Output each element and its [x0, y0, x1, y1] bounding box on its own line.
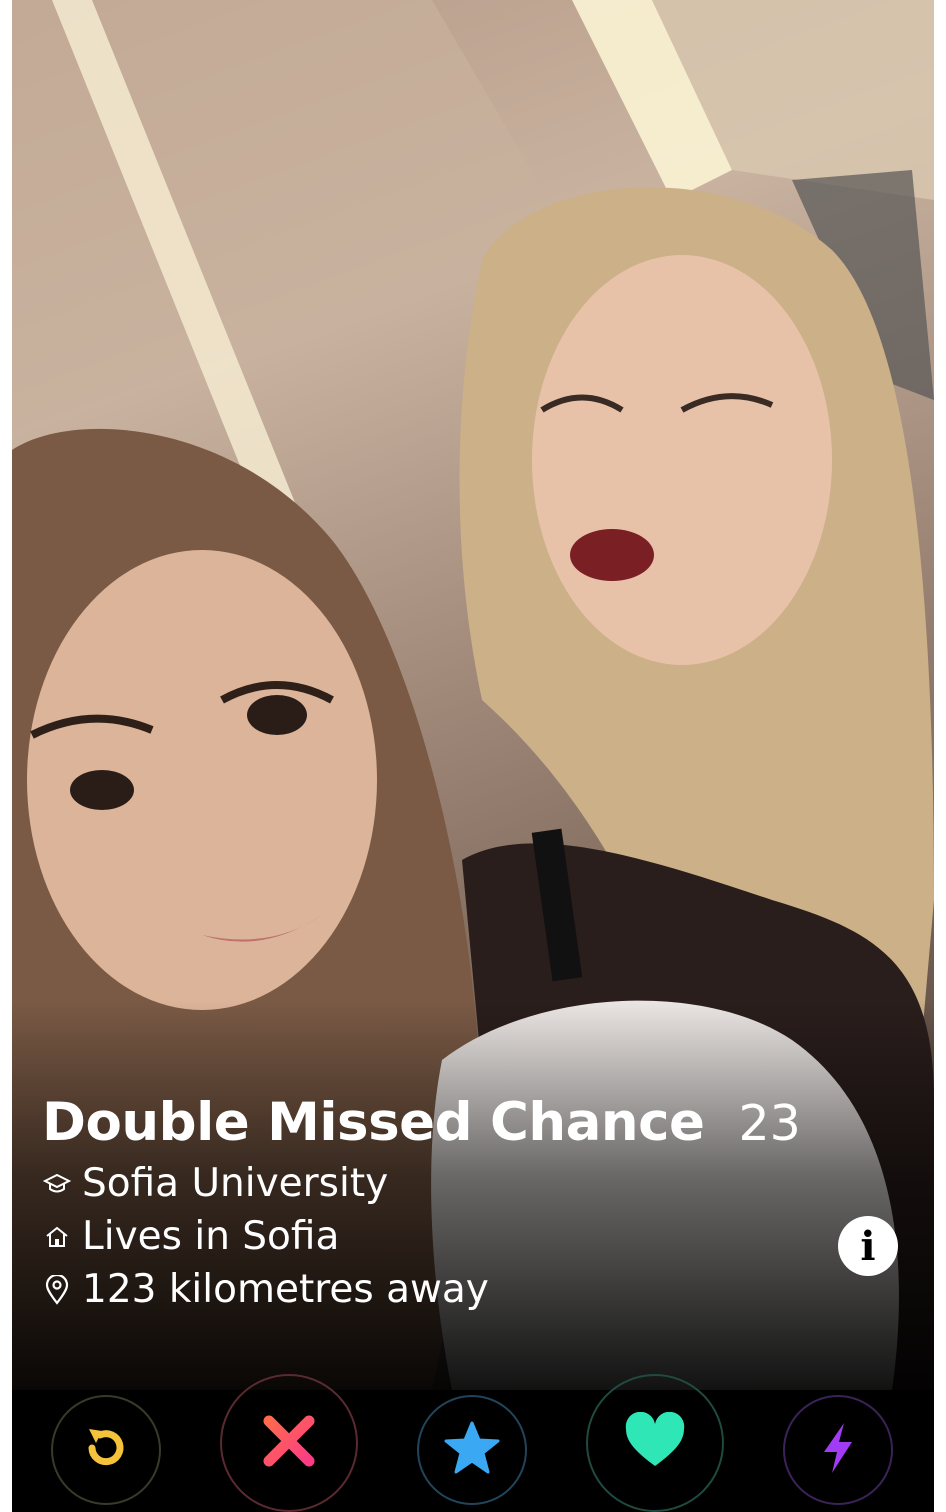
info-icon: i: [860, 1222, 876, 1270]
info-button[interactable]: i: [838, 1216, 898, 1276]
lives-row: Lives in Sofia: [42, 1214, 902, 1259]
boost-button[interactable]: [783, 1395, 893, 1505]
like-button[interactable]: [586, 1374, 724, 1512]
rewind-button[interactable]: [51, 1395, 161, 1505]
profile-info: Double Missed Chance 23 Sofia University…: [42, 1092, 902, 1312]
close-icon: [257, 1409, 321, 1477]
house-icon: [42, 1222, 72, 1252]
name-row: Double Missed Chance 23: [42, 1092, 902, 1153]
nope-button[interactable]: [220, 1374, 358, 1512]
school-row: Sofia University: [42, 1161, 902, 1206]
rewind-icon: [78, 1420, 134, 1480]
distance-text: 123 kilometres away: [82, 1267, 489, 1312]
lightning-icon: [818, 1420, 858, 1480]
star-icon: [443, 1420, 501, 1480]
map-pin-icon: [42, 1274, 72, 1305]
lives-text: Lives in Sofia: [82, 1214, 340, 1259]
graduation-cap-icon: [42, 1169, 72, 1199]
profile-card[interactable]: Double Missed Chance 23 Sofia University…: [12, 0, 934, 1512]
profile-name: Double Missed Chance: [42, 1092, 705, 1153]
action-bar: [12, 1374, 934, 1512]
profile-age: 23: [738, 1095, 801, 1152]
distance-row: 123 kilometres away: [42, 1267, 902, 1312]
school-text: Sofia University: [82, 1161, 389, 1206]
heart-icon: [623, 1411, 687, 1474]
super-like-button[interactable]: [417, 1395, 527, 1505]
